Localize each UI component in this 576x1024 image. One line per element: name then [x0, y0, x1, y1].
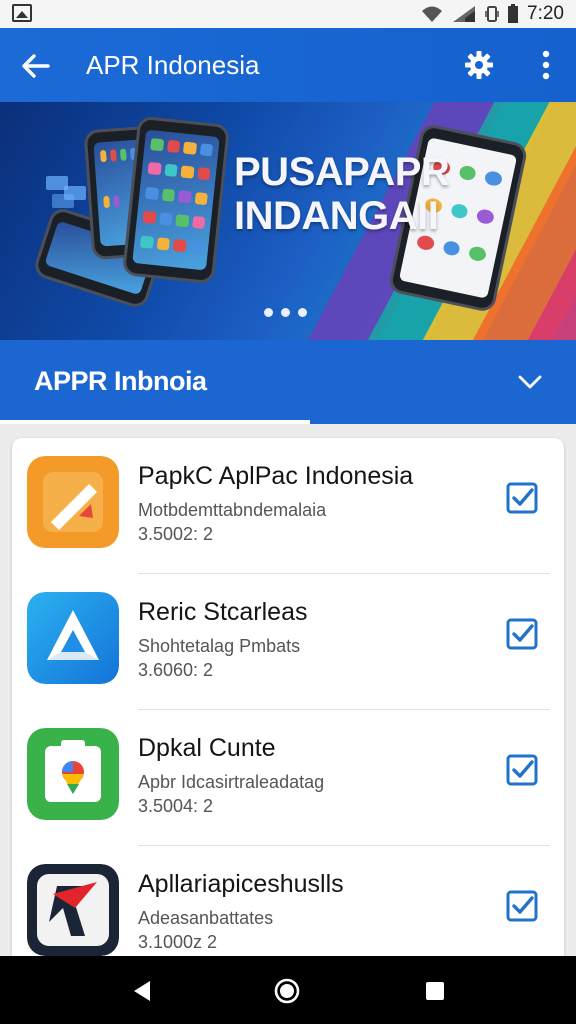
checkbox[interactable] [506, 618, 538, 650]
app-bar: APR Indonesia [0, 28, 576, 102]
app-subtitle: Shohtetalag Pmbats [138, 636, 301, 656]
pagination-dot[interactable] [264, 308, 273, 317]
section-header[interactable]: APPR Inbnoia [0, 340, 576, 424]
arrow-left-icon [22, 54, 50, 78]
promo-banner[interactable]: PUSAPAPR INDANGAII [0, 102, 576, 340]
list-item[interactable]: Dpkal Cunte Apbr Idcasirtraleadatag 3.50… [12, 710, 564, 846]
status-icons: 7:20 [421, 3, 564, 25]
recents-square-icon [426, 982, 444, 1000]
green-maps-app-icon [27, 728, 119, 820]
checkbox[interactable] [506, 754, 538, 786]
checkbox-checked-icon [506, 618, 538, 650]
checkbox-checked-icon [506, 482, 538, 514]
checkbox[interactable] [506, 890, 538, 922]
orange-slash-app-icon [27, 456, 119, 548]
app-title: Apllariapiceshuslls [138, 870, 344, 898]
chevron-down-icon [518, 375, 542, 389]
home-circle-icon [274, 978, 300, 1004]
status-bar: 7:20 [0, 0, 576, 28]
status-time: 7:20 [527, 3, 564, 24]
system-nav-bar [0, 956, 576, 1024]
banner-heading-line: INDANGAII [234, 194, 439, 238]
list-item[interactable]: PapkC AplPac Indonesia Motbdemttabndemal… [12, 438, 564, 574]
phone-illustration [121, 115, 231, 285]
app-meta: 3.1000z 2 [138, 932, 218, 952]
section-title: APPR Inbnoia [34, 366, 207, 396]
back-triangle-icon [134, 981, 150, 1001]
app-title: Reric Stcarleas [138, 598, 308, 626]
more-options-button[interactable] [530, 48, 562, 82]
vibrate-icon [485, 6, 499, 22]
app-meta: 3.5004: 2 [138, 796, 214, 816]
nav-recents-button[interactable] [420, 976, 450, 1006]
dark-red-check-app-icon [27, 864, 119, 956]
banner-heading: PUSAPAPR INDANGAII [234, 150, 484, 238]
battery-icon [508, 4, 519, 23]
app-meta: 3.6060: 2 [138, 660, 214, 680]
wifi-icon [422, 6, 443, 22]
pagination-dot[interactable] [281, 308, 290, 317]
app-subtitle: Motbdemttabndemalaia [138, 500, 327, 520]
blue-triangle-app-icon [27, 592, 119, 684]
app-meta: 3.5002: 2 [138, 524, 214, 544]
checkbox-checked-icon [506, 754, 538, 786]
checkbox[interactable] [506, 482, 538, 514]
gallery-icon [12, 4, 32, 22]
nav-back-button[interactable] [128, 976, 158, 1006]
pagination-dot[interactable] [298, 308, 307, 317]
app-list: PapkC AplPac Indonesia Motbdemttabndemal… [12, 438, 564, 978]
back-button[interactable] [18, 48, 54, 84]
app-subtitle: Apbr Idcasirtraleadatag [138, 772, 325, 792]
checkbox-checked-icon [506, 890, 538, 922]
banner-heading-line: PUSAPAPR [234, 150, 450, 194]
settings-button[interactable] [463, 49, 495, 81]
tab-indicator [0, 420, 310, 424]
banner-pagination [264, 308, 307, 317]
gear-icon [465, 51, 493, 79]
app-title: APR Indonesia [86, 50, 260, 80]
section-dropdown-toggle[interactable] [512, 366, 548, 398]
signal-icon [453, 6, 476, 22]
list-item[interactable]: Reric Stcarleas Shohtetalag Pmbats 3.606… [12, 574, 564, 710]
app-title: PapkC AplPac Indonesia [138, 462, 414, 490]
app-title: Dpkal Cunte [138, 734, 276, 762]
nav-home-button[interactable] [272, 976, 302, 1006]
app-subtitle: Adeasanbattates [138, 908, 274, 928]
vertical-dots-icon [542, 50, 550, 80]
